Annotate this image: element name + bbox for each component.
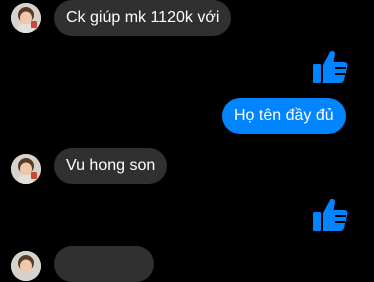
message-text: Vu hong son (66, 157, 156, 174)
contact-avatar[interactable] (11, 251, 41, 281)
message-text: Ck giúp mk 1120k với (66, 9, 220, 26)
thumbs-up-icon[interactable] (311, 196, 349, 234)
contact-avatar[interactable] (11, 3, 41, 33)
avatar-photo (11, 154, 41, 184)
avatar-photo (11, 251, 41, 281)
contact-avatar[interactable] (11, 154, 41, 184)
chat-thread: Ck giúp mk 1120k với Họ tên đầy đủ Vu ho… (0, 0, 374, 282)
avatar-photo (11, 3, 41, 33)
incoming-message[interactable] (54, 246, 154, 282)
incoming-message[interactable]: Ck giúp mk 1120k với (54, 0, 232, 36)
message-text: Họ tên đầy đủ (234, 107, 334, 124)
incoming-message[interactable]: Vu hong son (54, 148, 168, 184)
outgoing-message[interactable]: Họ tên đầy đủ (222, 98, 346, 134)
thumbs-up-icon[interactable] (311, 48, 349, 86)
